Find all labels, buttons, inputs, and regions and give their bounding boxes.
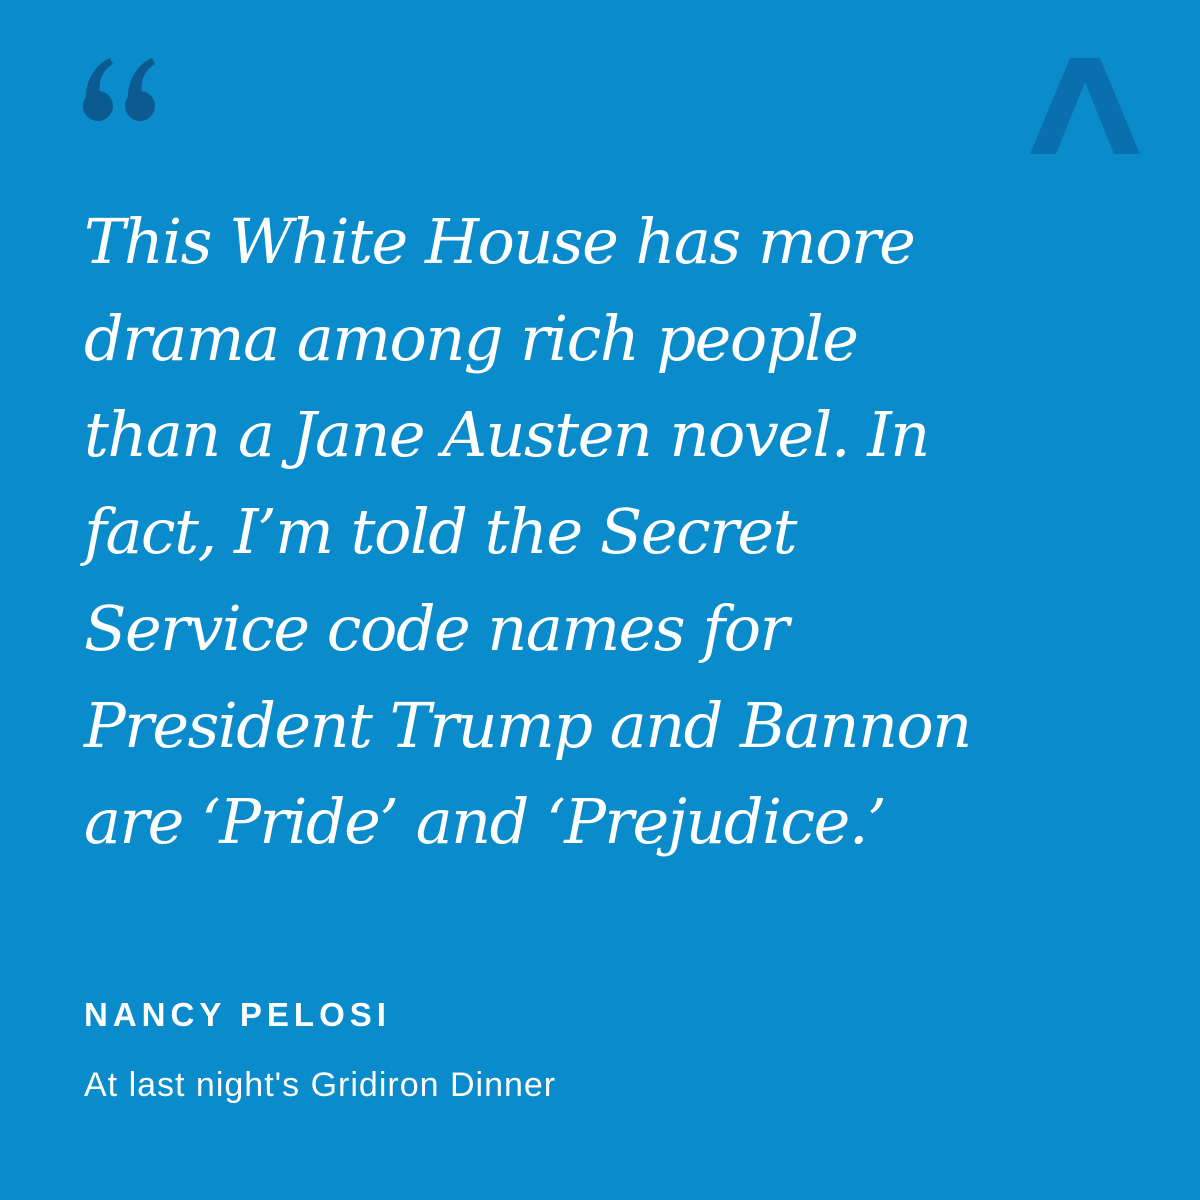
quote-card: This White House has more drama among ri…	[0, 0, 1200, 1200]
quote-text: This White House has more drama among ri…	[84, 194, 972, 871]
quote-line: than a Jane Austen novel. In	[84, 398, 930, 472]
open-double-quote-icon	[83, 58, 155, 121]
quote-line: drama among rich people	[84, 301, 859, 375]
quote-line: President Trump and Bannon	[84, 688, 972, 762]
quote-line: are ‘Pride’ and ‘Prejudice.’	[84, 785, 887, 859]
quote-line: Service code names for	[84, 591, 789, 665]
speaker-name: NANCY PELOSI	[84, 996, 391, 1033]
chevron-a-logo	[1030, 58, 1140, 154]
quote-line: fact, I’m told the Secret	[84, 495, 798, 569]
quote-context: At last night's Gridiron Dinner	[84, 1066, 557, 1104]
quote-line: This White House has more	[84, 205, 916, 278]
